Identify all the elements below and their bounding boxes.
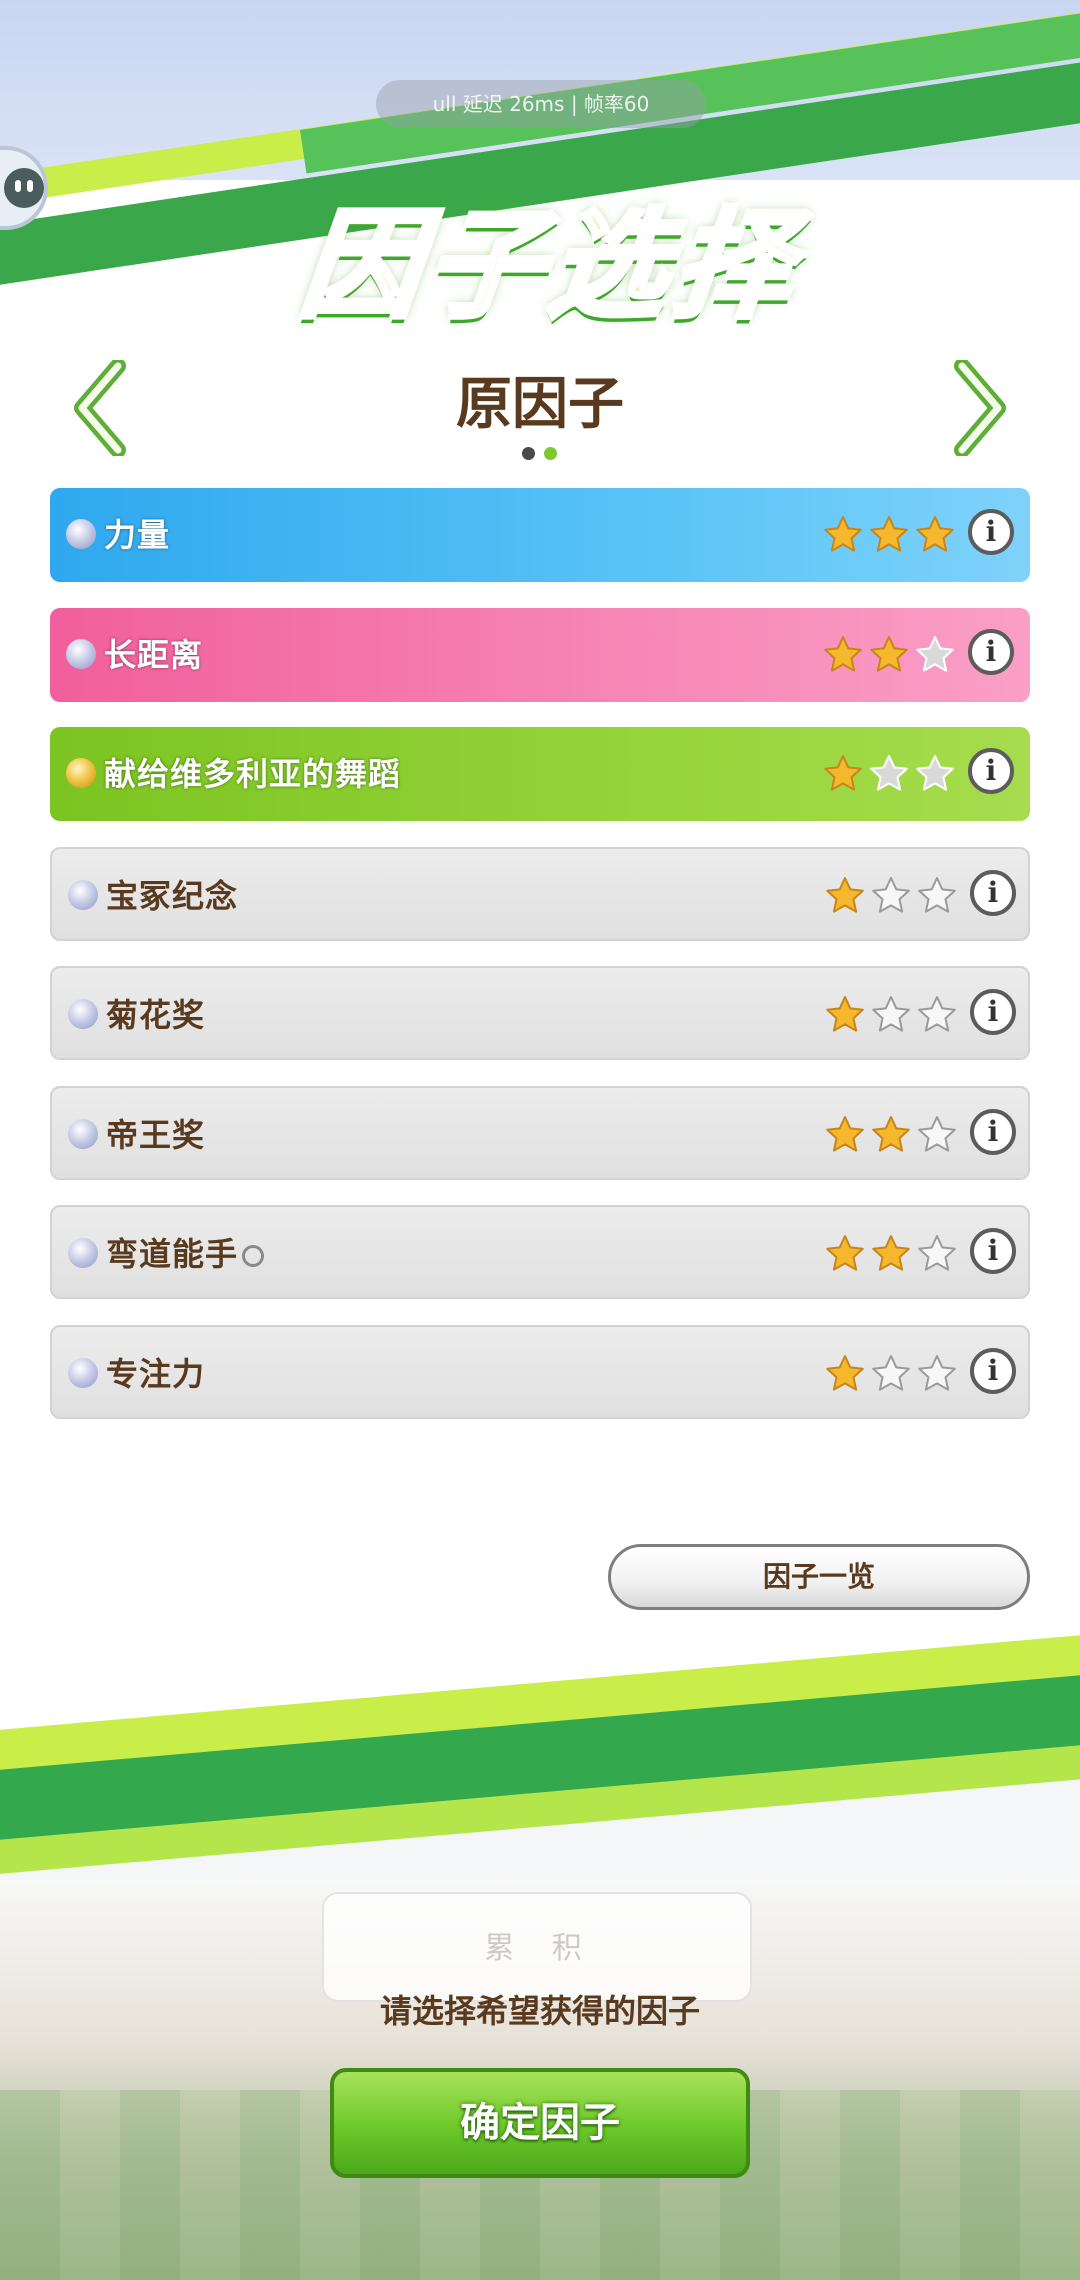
factor-row[interactable]: 力量 i <box>50 488 1030 582</box>
factor-label-text: 宝冢纪念 <box>106 877 239 915</box>
star-empty-icon <box>918 877 956 913</box>
star-filled-icon <box>824 755 862 791</box>
chevron-right-icon <box>954 358 1006 458</box>
page-dot-2 <box>544 447 557 460</box>
info-icon[interactable]: i <box>968 629 1014 675</box>
confirm-factor-button[interactable]: 确定因子 <box>330 2068 750 2178</box>
star-filled-icon <box>824 516 862 552</box>
factor-label: 弯道能手 <box>106 1207 265 1301</box>
info-icon[interactable]: i <box>970 1348 1016 1394</box>
factor-rating <box>822 634 956 676</box>
factor-row[interactable]: 宝冢纪念 i <box>50 847 1030 941</box>
factor-label: 宝冢纪念 <box>106 849 238 943</box>
info-icon[interactable]: i <box>968 509 1014 555</box>
factor-label-text: 弯道能手 <box>106 1235 239 1273</box>
face-icon <box>4 168 44 208</box>
star-filled-icon <box>870 636 908 672</box>
factor-bullet-icon <box>66 519 96 549</box>
factor-bullet-icon <box>66 758 96 788</box>
star-filled-icon <box>872 1235 910 1271</box>
factor-label: 力量 <box>104 488 170 582</box>
factor-rating <box>824 1114 958 1156</box>
factor-label-text: 帝王奖 <box>106 1116 206 1154</box>
star-filled-icon <box>826 1116 864 1152</box>
info-icon[interactable]: i <box>970 1228 1016 1274</box>
star-filled-icon <box>826 1235 864 1271</box>
factor-bullet-icon <box>66 639 96 669</box>
page-indicator <box>520 447 560 463</box>
star-empty-icon <box>872 877 910 913</box>
circle-icon <box>242 1245 265 1267</box>
factor-bullet-icon <box>68 880 98 910</box>
star-empty-icon <box>918 1116 956 1152</box>
accumulate-card-label: 累 积 <box>484 1931 596 1966</box>
factor-rating <box>824 875 958 917</box>
selection-hint: 请选择希望获得的因子 <box>379 1992 700 2030</box>
factor-rating <box>822 514 956 556</box>
factor-label: 献给维多利亚的舞蹈 <box>104 727 401 821</box>
factor-bullet-icon <box>68 1238 98 1268</box>
star-empty-icon <box>918 1355 956 1391</box>
factor-row[interactable]: 弯道能手 i <box>50 1205 1030 1299</box>
star-empty-icon <box>870 755 908 791</box>
star-empty-icon <box>918 996 956 1032</box>
factor-label-text: 长距离 <box>104 636 204 674</box>
chevron-left-icon <box>74 358 126 458</box>
star-filled-icon <box>916 516 954 552</box>
page-dot-1 <box>522 447 535 460</box>
info-icon[interactable]: i <box>968 748 1014 794</box>
status-pill: ull 延迟 26ms | 帧率60 <box>376 80 706 128</box>
info-icon[interactable]: i <box>970 989 1016 1035</box>
page-title: 因子选择 <box>292 194 808 337</box>
factor-label-text: 力量 <box>104 516 171 554</box>
factor-row[interactable]: 帝王奖 i <box>50 1086 1030 1180</box>
star-empty-icon <box>916 755 954 791</box>
info-icon[interactable]: i <box>970 1109 1016 1155</box>
info-icon[interactable]: i <box>970 870 1016 916</box>
factor-label: 长距离 <box>104 608 203 702</box>
factor-row[interactable]: 菊花奖 i <box>50 966 1030 1060</box>
factor-label-text: 专注力 <box>106 1355 206 1393</box>
star-filled-icon <box>826 877 864 913</box>
factor-label: 菊花奖 <box>106 968 205 1062</box>
factor-row[interactable]: 专注力 i <box>50 1325 1030 1419</box>
star-empty-icon <box>872 996 910 1032</box>
factor-row[interactable]: 献给维多利亚的舞蹈 i <box>50 727 1030 821</box>
section-title: 原因子 <box>456 372 624 437</box>
factor-bullet-icon <box>68 1119 98 1149</box>
factor-label: 帝王奖 <box>106 1088 205 1182</box>
star-filled-icon <box>826 996 864 1032</box>
factor-row[interactable]: 长距离 i <box>50 608 1030 702</box>
factor-rating <box>824 1353 958 1395</box>
factor-bullet-icon <box>68 1358 98 1388</box>
star-empty-icon <box>872 1355 910 1391</box>
star-filled-icon <box>872 1116 910 1152</box>
factor-label-text: 菊花奖 <box>106 996 206 1034</box>
factor-rating <box>824 1233 958 1275</box>
factor-list-button[interactable]: 因子一览 <box>608 1544 1030 1610</box>
factor-rating <box>824 994 958 1036</box>
star-empty-icon <box>918 1235 956 1271</box>
prev-page-button[interactable] <box>72 358 132 458</box>
factor-label-text: 献给维多利亚的舞蹈 <box>104 755 402 793</box>
factor-bullet-icon <box>68 999 98 1029</box>
star-filled-icon <box>870 516 908 552</box>
factor-rating <box>822 753 956 795</box>
star-empty-icon <box>916 636 954 672</box>
next-page-button[interactable] <box>948 358 1008 458</box>
star-filled-icon <box>824 636 862 672</box>
factor-label: 专注力 <box>106 1327 205 1421</box>
star-filled-icon <box>826 1355 864 1391</box>
